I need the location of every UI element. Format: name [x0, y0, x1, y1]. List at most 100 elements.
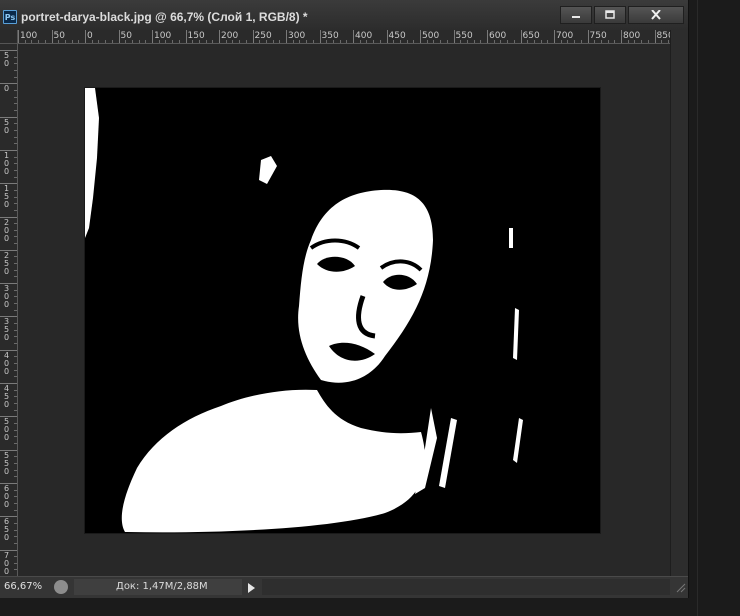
ruler-origin[interactable] [0, 30, 18, 44]
status-bar: 66,67% Док: 1,47M/2,88M [0, 576, 688, 598]
ruler-v-minor-tick [14, 243, 17, 245]
ruler-h-minor-tick [71, 40, 73, 43]
ruler-v-minor-tick [14, 276, 17, 278]
ruler-h-minor-tick [232, 40, 234, 43]
ruler-v-label: 0 [3, 84, 10, 94]
ruler-h-minor-tick [346, 40, 348, 43]
ruler-v-minor-tick [14, 56, 17, 58]
ruler-v-minor-tick [14, 229, 17, 231]
ruler-h-minor-tick [326, 40, 328, 43]
ruler-v-minor-tick [14, 389, 17, 391]
ruler-v-minor-tick [14, 542, 17, 544]
ruler-h-minor-tick [239, 40, 241, 43]
ruler-h-minor-tick [379, 40, 381, 43]
ruler-v-minor-tick [14, 509, 17, 511]
ruler-v-label: 350 [3, 317, 10, 343]
ruler-v-tick [0, 383, 17, 384]
close-button[interactable] [628, 6, 684, 24]
ruler-v-label: 150 [3, 184, 10, 210]
ruler-h-minor-tick [574, 40, 576, 43]
ruler-v-tick [0, 183, 17, 185]
document-info[interactable]: Док: 1,47M/2,88M [74, 579, 242, 595]
ruler-v-label: 250 [3, 250, 10, 276]
ruler-h-minor-tick [473, 40, 475, 43]
ruler-h-label: 200 [221, 31, 239, 41]
ruler-v-minor-tick [14, 309, 17, 311]
vertical-ruler[interactable]: 50 0 50 100 150 200 250 300 350 400 450 500 550 600 65… [0, 44, 18, 576]
ruler-h-minor-tick [105, 40, 107, 43]
ruler-v-minor-tick [14, 289, 17, 291]
ruler-v-minor-tick [14, 156, 17, 158]
ruler-v-minor-tick [14, 489, 17, 491]
horizontal-scrollbar[interactable] [262, 579, 670, 595]
ruler-h-minor-tick [165, 40, 167, 43]
ruler-v-tick [0, 283, 17, 285]
ruler-v-minor-tick [14, 269, 17, 271]
ruler-h-label: 700 [556, 31, 574, 41]
ruler-h-minor-tick [332, 40, 334, 43]
ruler-v-minor-tick [14, 176, 17, 178]
canvas-area[interactable] [18, 44, 670, 576]
ruler-h-minor-tick [647, 40, 649, 43]
resize-grip-icon[interactable] [674, 581, 686, 593]
ruler-h-minor-tick [38, 40, 40, 43]
zoom-level-field[interactable]: 66,67% [4, 579, 46, 595]
ruler-v-minor-tick [14, 163, 17, 165]
ruler-h-minor-tick [259, 40, 261, 43]
ruler-v-minor-tick [14, 89, 17, 91]
ruler-h-minor-tick [399, 40, 401, 43]
ruler-h-minor-tick [306, 40, 308, 43]
ruler-v-minor-tick [14, 323, 17, 325]
ruler-v-minor-tick [14, 196, 17, 198]
ruler-v-label: 550 [3, 450, 10, 476]
ruler-h-minor-tick [225, 40, 227, 43]
title-bar[interactable]: Ps portret-darya-black.jpg @ 66,7% (Слой… [0, 0, 688, 31]
ruler-h-minor-tick [500, 40, 502, 43]
ruler-v-minor-tick [14, 536, 17, 538]
ruler-v-minor-tick [14, 236, 17, 238]
ruler-h-minor-tick [634, 40, 636, 43]
ruler-v-minor-tick [14, 556, 17, 558]
ruler-h-minor-tick [466, 40, 468, 43]
ruler-v-label: 650 [3, 517, 10, 543]
play-arrow-icon[interactable] [244, 581, 258, 595]
ruler-v-minor-tick [14, 502, 17, 504]
ruler-h-minor-tick [312, 40, 314, 43]
ruler-v-minor-tick [14, 263, 17, 265]
ruler-v-minor-tick [14, 363, 17, 365]
ruler-v-minor-tick [14, 469, 17, 471]
ruler-v-label: 300 [3, 284, 10, 310]
vertical-scrollbar[interactable] [670, 30, 688, 576]
info-icon[interactable] [54, 580, 68, 594]
ruler-h-label: 100 [20, 31, 38, 41]
ruler-v-minor-tick [14, 529, 17, 531]
ruler-v-minor-tick [14, 189, 17, 191]
document-canvas[interactable] [85, 88, 600, 533]
ruler-h-minor-tick [413, 40, 415, 43]
horizontal-ruler[interactable]: 100 50 0 50 100 150 200 250 300 350 400 450 500 550 60… [18, 30, 670, 44]
photoshop-app-icon: Ps [3, 10, 17, 24]
ruler-v-tick [0, 416, 17, 418]
minimize-button[interactable] [560, 6, 592, 24]
ruler-h-minor-tick [91, 40, 93, 43]
ruler-v-label: 450 [3, 384, 10, 409]
ruler-h-minor-tick [426, 40, 428, 43]
document-title: portret-darya-black.jpg @ 66,7% (Слой 1,… [21, 10, 308, 24]
ruler-h-minor-tick [661, 40, 663, 43]
ruler-h-label: 300 [288, 31, 306, 41]
ruler-v-tick [0, 349, 17, 351]
ruler-h-minor-tick [507, 40, 509, 43]
maximize-button[interactable] [594, 6, 626, 24]
ruler-v-minor-tick [14, 356, 17, 358]
portrait-image [85, 88, 600, 533]
ruler-v-minor-tick [14, 169, 17, 171]
ruler-v-minor-tick [14, 223, 17, 225]
ruler-h-minor-tick [547, 40, 549, 43]
ruler-v-minor-tick [14, 496, 17, 498]
ruler-v-minor-tick [14, 396, 17, 398]
ruler-h-minor-tick [594, 40, 596, 43]
ruler-v-minor-tick [14, 462, 17, 464]
ruler-h-minor-tick [460, 40, 462, 43]
ruler-h-label: 650 [522, 31, 540, 41]
ruler-v-minor-tick [14, 143, 17, 145]
